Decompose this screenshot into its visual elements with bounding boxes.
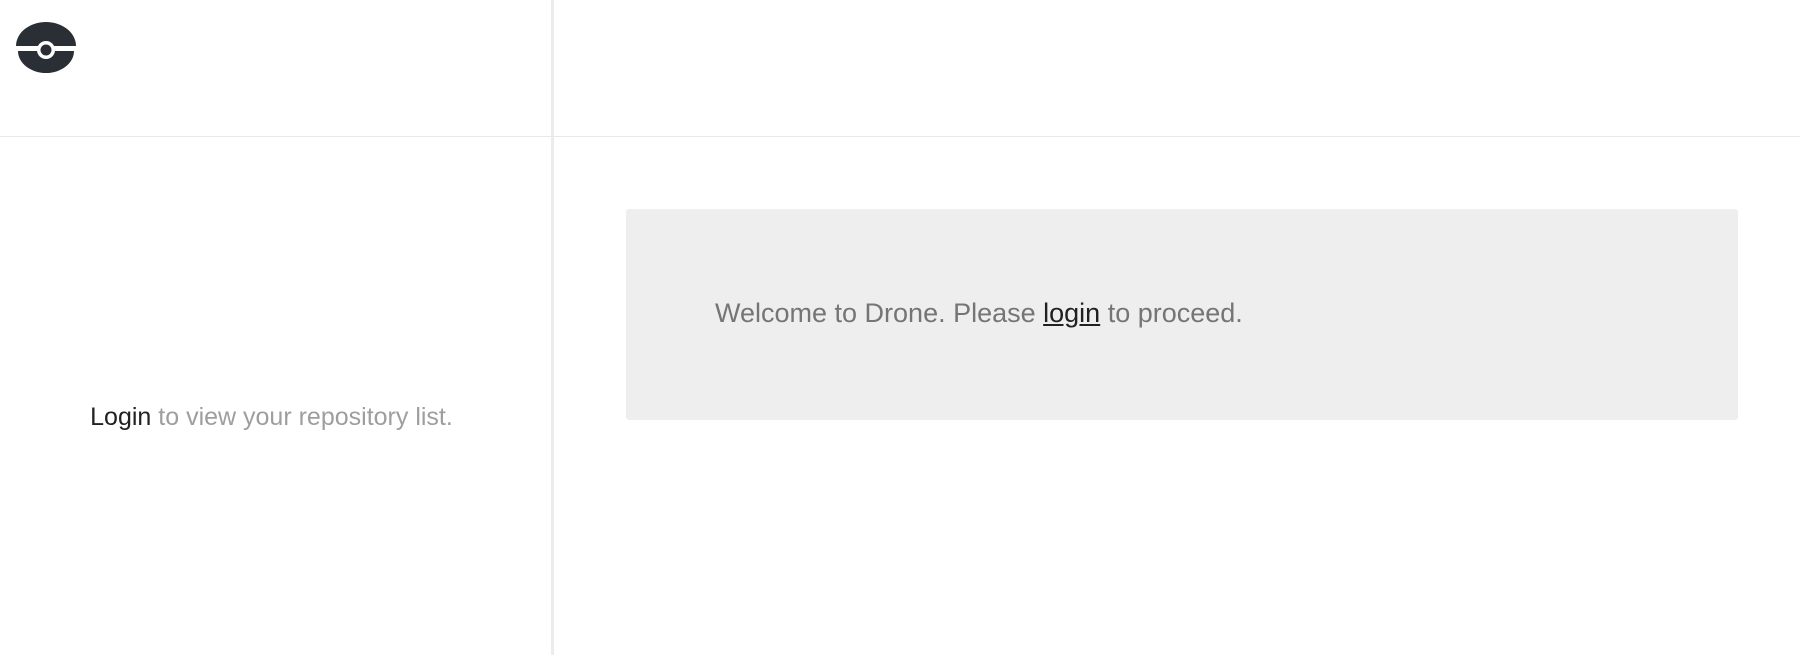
sidebar-login-message: Login to view your repository list. xyxy=(0,403,543,432)
sidebar-login-link[interactable]: Login xyxy=(90,403,151,431)
app-root: Login to view your repository list. Welc… xyxy=(0,0,1800,655)
sidebar-body: Login to view your repository list. xyxy=(0,137,551,655)
sidebar: Login to view your repository list. xyxy=(0,0,554,655)
welcome-login-link[interactable]: login xyxy=(1043,298,1100,328)
welcome-suffix: to proceed. xyxy=(1100,298,1243,328)
sidebar-message-text: to view your repository list. xyxy=(151,403,453,431)
main-header xyxy=(554,0,1800,137)
sidebar-header xyxy=(0,0,554,137)
welcome-prefix: Welcome to Drone. Please xyxy=(715,298,1044,328)
welcome-panel: Welcome to Drone. Please login to procee… xyxy=(626,209,1738,420)
drone-logo-icon[interactable] xyxy=(16,22,76,74)
main-content: Welcome to Drone. Please login to procee… xyxy=(554,0,1800,655)
welcome-message: Welcome to Drone. Please login to procee… xyxy=(715,298,1243,329)
